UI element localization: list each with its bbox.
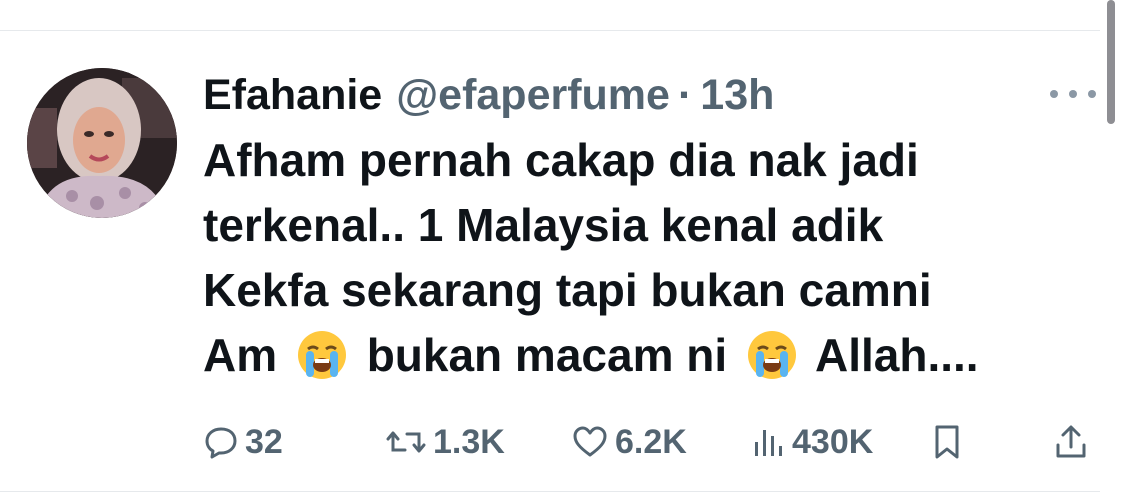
tweet-text-line: Afham pernah cakap dia nak jadi [203, 134, 919, 186]
reply-count: 32 [245, 422, 283, 461]
tweet-text: Afham pernah cakap dia nak jadi terkenal… [203, 128, 1083, 388]
bookmark-button[interactable] [931, 418, 963, 466]
repost-icon [386, 431, 426, 453]
display-name[interactable]: Efahanie [203, 71, 382, 120]
tweet-text-part: bukan macam ni [366, 329, 728, 381]
repost-count: 1.3K [433, 422, 505, 461]
share-icon [1056, 425, 1086, 458]
action-bar: 32 1.3K 6.2K 430K [203, 418, 1093, 466]
views-icon [755, 430, 782, 456]
loudly-crying-face-icon [297, 331, 346, 379]
tweet-text-part: Am [203, 329, 278, 381]
tweet-text-last-line: Am bukan macam ni Allah.... [203, 323, 1083, 388]
user-handle[interactable]: @efaperfume [396, 71, 670, 120]
top-divider [0, 30, 1100, 31]
avatar-image [27, 68, 177, 218]
like-count: 6.2K [615, 422, 687, 461]
scrollbar[interactable] [1107, 0, 1115, 124]
like-button[interactable]: 6.2K [571, 418, 687, 466]
share-button[interactable] [1053, 418, 1089, 466]
tweet-text-part: Allah.... [815, 329, 979, 381]
views-count: 430K [792, 422, 874, 461]
bookmark-icon [935, 425, 959, 459]
more-icon[interactable] [1050, 80, 1096, 108]
tweet-header: Efahanie @efaperfume · 13h [203, 67, 774, 123]
tweet-text-line: Kekfa sekarang tapi bukan camni [203, 264, 932, 316]
loudly-crying-face-icon [747, 331, 796, 379]
separator-dot: · [677, 70, 693, 119]
avatar[interactable] [27, 68, 177, 218]
views-button[interactable]: 430K [752, 418, 873, 466]
reply-icon [205, 427, 237, 459]
bottom-divider [0, 491, 1100, 492]
timestamp[interactable]: 13h [700, 71, 774, 120]
tweet-text-line: terkenal.. 1 Malaysia kenal adik [203, 199, 884, 251]
like-icon [573, 426, 607, 457]
reply-button[interactable]: 32 [203, 418, 283, 466]
repost-button[interactable]: 1.3K [385, 418, 505, 466]
